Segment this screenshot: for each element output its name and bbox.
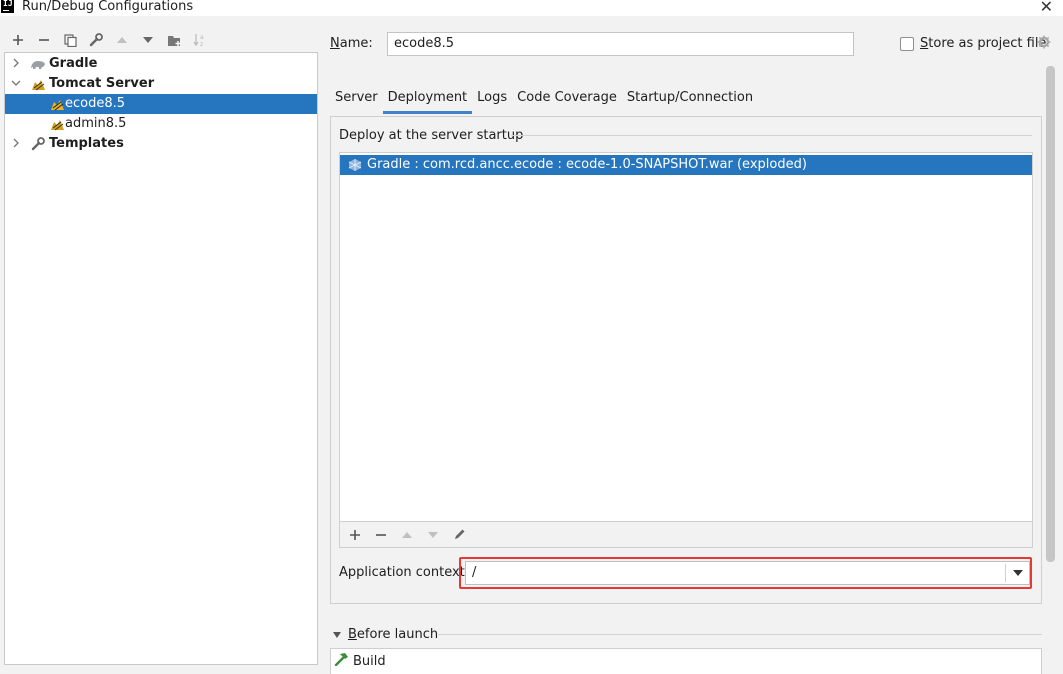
tree-item-label: Tomcat Server — [49, 76, 155, 91]
tree-item-label: Gradle — [49, 56, 98, 71]
gradle-icon — [30, 57, 46, 71]
intellij-logo-icon: IJ — [1, 0, 14, 13]
deploy-list-toolbar — [339, 522, 1033, 548]
collapse-triangle-icon — [333, 631, 341, 638]
tomcat-icon — [49, 97, 65, 111]
tomcat-icon — [49, 117, 65, 131]
move-up-icon[interactable] — [394, 524, 420, 546]
list-item[interactable]: Gradle : com.rcd.ancc.ecode : ecode-1.0-… — [340, 155, 1032, 175]
artifact-icon — [347, 158, 363, 172]
tab-server[interactable]: Server — [330, 88, 383, 114]
remove-icon[interactable] — [31, 30, 57, 50]
deploy-artifact-list[interactable]: Gradle : com.rcd.ancc.ecode : ecode-1.0-… — [339, 152, 1033, 522]
add-icon[interactable] — [342, 524, 368, 546]
store-as-project-checkbox[interactable] — [900, 37, 914, 51]
tab-logs[interactable]: Logs — [472, 88, 512, 114]
store-as-project-label[interactable]: Store as project file — [920, 36, 1046, 51]
title-bar: IJ Run/Debug Configurations ✕ — [0, 0, 1063, 16]
wrench-icon — [30, 137, 46, 151]
sort-icon[interactable]: az — [187, 30, 213, 50]
tree-item-label: admin8.5 — [65, 116, 127, 131]
configurations-tree: Gradle Tomcat Server ecode8.5 admin8.5 T… — [4, 52, 318, 665]
gear-icon[interactable] — [1037, 35, 1051, 53]
window-title: Run/Debug Configurations — [22, 0, 194, 14]
tree-item-ecode85[interactable]: ecode8.5 — [5, 94, 317, 114]
deploy-section-title: Deploy at the server startup — [339, 128, 524, 143]
app-context-label: Application context: — [339, 565, 470, 580]
name-input[interactable]: ecode8.5 — [387, 32, 854, 56]
tab-startup-connection[interactable]: Startup/Connection — [622, 88, 758, 114]
chevron-right-icon[interactable] — [12, 58, 20, 71]
svg-text:z: z — [200, 41, 203, 47]
tree-item-admin85[interactable]: admin8.5 — [5, 114, 317, 134]
edit-icon[interactable] — [446, 524, 472, 546]
remove-icon[interactable] — [368, 524, 394, 546]
tree-item-label: ecode8.5 — [65, 96, 126, 111]
artifact-label: Gradle : com.rcd.ancc.ecode : ecode-1.0-… — [367, 157, 807, 172]
before-launch-list[interactable]: Build — [330, 648, 1042, 674]
move-up-icon[interactable] — [109, 30, 135, 50]
copy-icon[interactable] — [57, 30, 83, 50]
move-down-icon[interactable] — [420, 524, 446, 546]
add-icon[interactable] — [5, 30, 31, 50]
folder-add-icon[interactable] — [161, 30, 187, 50]
tree-item-tomcat-server[interactable]: Tomcat Server — [5, 74, 317, 94]
tree-item-label: Templates — [49, 136, 124, 151]
wrench-icon[interactable] — [83, 30, 109, 50]
name-label: Name: — [330, 36, 373, 51]
vertical-scrollbar[interactable] — [1046, 66, 1055, 562]
before-launch-toggle[interactable]: Before launch — [333, 627, 438, 642]
tab-deployment[interactable]: Deployment — [382, 88, 473, 114]
move-down-icon[interactable] — [135, 30, 161, 50]
hammer-icon — [334, 652, 349, 670]
section-divider — [438, 634, 1042, 635]
close-icon[interactable]: ✕ — [1040, 0, 1053, 16]
configurations-toolbar: az — [5, 30, 213, 50]
tab-code-coverage[interactable]: Code Coverage — [512, 88, 622, 114]
chevron-right-icon[interactable] — [12, 138, 20, 151]
build-task-label: Build — [353, 654, 386, 669]
tomcat-icon — [30, 77, 46, 91]
tree-item-templates[interactable]: Templates — [5, 134, 317, 154]
chevron-down-icon[interactable] — [11, 79, 21, 90]
config-tabs: Server Deployment Logs Code Coverage Sta… — [330, 88, 758, 114]
tree-item-gradle[interactable]: Gradle — [5, 54, 317, 74]
svg-text:a: a — [200, 34, 204, 41]
section-divider — [511, 135, 1032, 136]
highlight-annotation-box — [459, 557, 1032, 589]
